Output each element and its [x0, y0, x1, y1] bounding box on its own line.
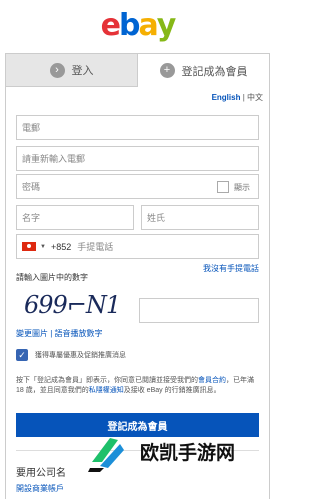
show-password-label: 顯示: [234, 182, 250, 192]
phone-country-code: +852: [50, 241, 72, 252]
tab-login[interactable]: › 登入: [5, 53, 137, 87]
email-confirm-placeholder: 請重新輸入電郵: [22, 154, 86, 164]
password-placeholder: 密碼: [22, 182, 41, 192]
phone-field[interactable]: ▼ +852 手提電話: [16, 234, 259, 259]
logo-letter-y: y: [156, 7, 177, 43]
language-switcher: English | 中文: [212, 92, 263, 103]
no-phone-link[interactable]: 我沒有手提電話: [203, 263, 259, 274]
captcha-links: 變更圖片 | 語音播放數字: [16, 328, 103, 339]
auth-tabs: › 登入 + 登記成為會員: [5, 53, 270, 87]
captcha-refresh-link[interactable]: 變更圖片: [16, 329, 48, 338]
hong-kong-flag-icon[interactable]: [22, 242, 36, 251]
captcha-link-separator: |: [50, 329, 53, 338]
language-chinese-link[interactable]: 中文: [247, 93, 263, 102]
watermark-logo-icon: [88, 438, 124, 472]
business-account-link[interactable]: 開設商業帳戶: [16, 483, 64, 494]
first-name-field[interactable]: 名字: [16, 205, 134, 230]
business-question: 要用公司名: [16, 468, 66, 479]
captcha-label: 請輸入圖片中的數字: [16, 273, 88, 282]
captcha-image: 699⌐N1: [24, 291, 121, 319]
user-agreement-link[interactable]: 會員合約: [198, 377, 226, 384]
language-separator: |: [242, 93, 245, 102]
email-field[interactable]: 電郵: [16, 115, 259, 140]
plus-icon: +: [159, 63, 175, 78]
logo-letter-e: e: [100, 7, 121, 43]
watermark-text: 欧凯手游网: [140, 442, 236, 464]
checkmark-icon[interactable]: ✓: [16, 349, 28, 361]
register-button[interactable]: 登記成為會員: [16, 413, 259, 437]
chevron-down-icon[interactable]: ▼: [40, 244, 46, 250]
logo-letter-a: a: [138, 7, 159, 43]
show-password-toggle[interactable]: 顯示: [217, 181, 250, 193]
tab-register-label: 登記成為會員: [181, 65, 248, 78]
tab-login-label: 登入: [71, 65, 94, 77]
phone-placeholder: 手提電話: [77, 242, 114, 252]
captcha-audio-link[interactable]: 語音播放數字: [55, 329, 103, 338]
ebay-logo: e b a y: [0, 0, 275, 50]
last-name-placeholder: 姓氏: [147, 213, 166, 223]
promo-label: 獲得專屬優惠及促銷推廣消息: [35, 352, 126, 359]
first-name-placeholder: 名字: [22, 213, 41, 223]
last-name-field[interactable]: 姓氏: [141, 205, 259, 230]
logo-letter-b: b: [119, 7, 141, 43]
tab-register[interactable]: + 登記成為會員: [137, 53, 270, 87]
password-field[interactable]: 密碼 顯示: [16, 174, 259, 199]
show-password-checkbox[interactable]: [217, 181, 229, 193]
terms-text: 按下「登記成為會員」即表示，你同意已閱讀並接受我們的會員合約，已年滿 18 歲，…: [16, 376, 260, 396]
terms-text-3: 及接收 eBay 的行銷推廣訊息。: [123, 387, 221, 394]
language-english-link[interactable]: English: [212, 93, 241, 102]
email-confirm-field[interactable]: 請重新輸入電郵: [16, 146, 259, 171]
email-placeholder: 電郵: [22, 123, 41, 133]
terms-text-1: 按下「登記成為會員」即表示，你同意已閱讀並接受我們的: [16, 377, 198, 384]
privacy-notice-link[interactable]: 私隱權通知: [89, 387, 124, 394]
promo-opt-in[interactable]: ✓ 獲得專屬優惠及促銷推廣消息: [16, 349, 126, 361]
captcha-input[interactable]: [139, 298, 259, 323]
login-arrow-icon: ›: [49, 62, 65, 78]
